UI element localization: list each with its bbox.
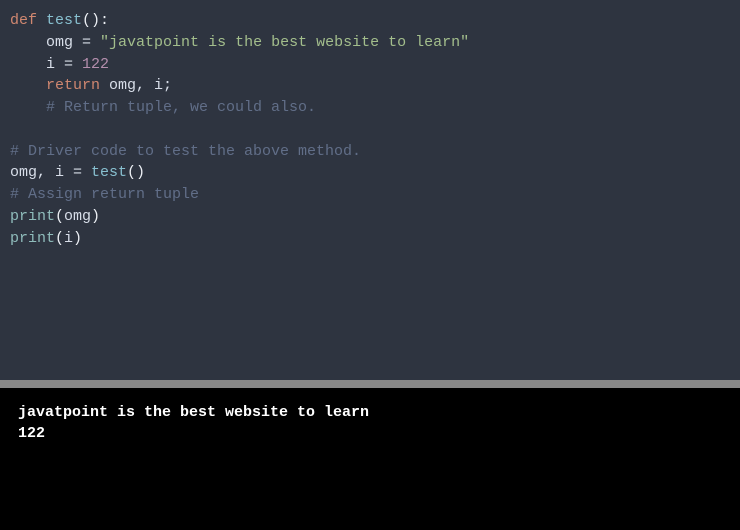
argument: i [64,230,73,247]
paren-close: ) [73,230,82,247]
output-line: javatpoint is the best website to learn [18,404,369,421]
panel-divider[interactable] [0,380,740,388]
paren-open: ( [55,208,64,225]
builtin-print: print [10,230,55,247]
variable: omg [46,34,73,51]
operator: = [55,56,82,73]
output-line: 122 [18,425,45,442]
comment: # Driver code to test the above method. [10,143,361,160]
keyword-def: def [10,12,37,29]
paren-close: ) [91,208,100,225]
return-values: omg, i; [100,77,172,94]
string-literal: "javatpoint is the best website to learn… [100,34,469,51]
parentheses: () [127,164,145,181]
function-call: test [91,164,127,181]
comment: # Assign return tuple [10,186,199,203]
assignment: omg, i = [10,164,91,181]
function-name: test [46,12,82,29]
keyword-return: return [46,77,100,94]
code-editor[interactable]: def test(): omg = "javatpoint is the bes… [0,0,740,380]
builtin-print: print [10,208,55,225]
parentheses: (): [82,12,109,29]
output-panel: javatpoint is the best website to learn … [0,388,740,530]
operator: = [73,34,100,51]
variable: i [46,56,55,73]
number-literal: 122 [82,56,109,73]
paren-open: ( [55,230,64,247]
argument: omg [64,208,91,225]
comment: # Return tuple, we could also. [46,99,316,116]
